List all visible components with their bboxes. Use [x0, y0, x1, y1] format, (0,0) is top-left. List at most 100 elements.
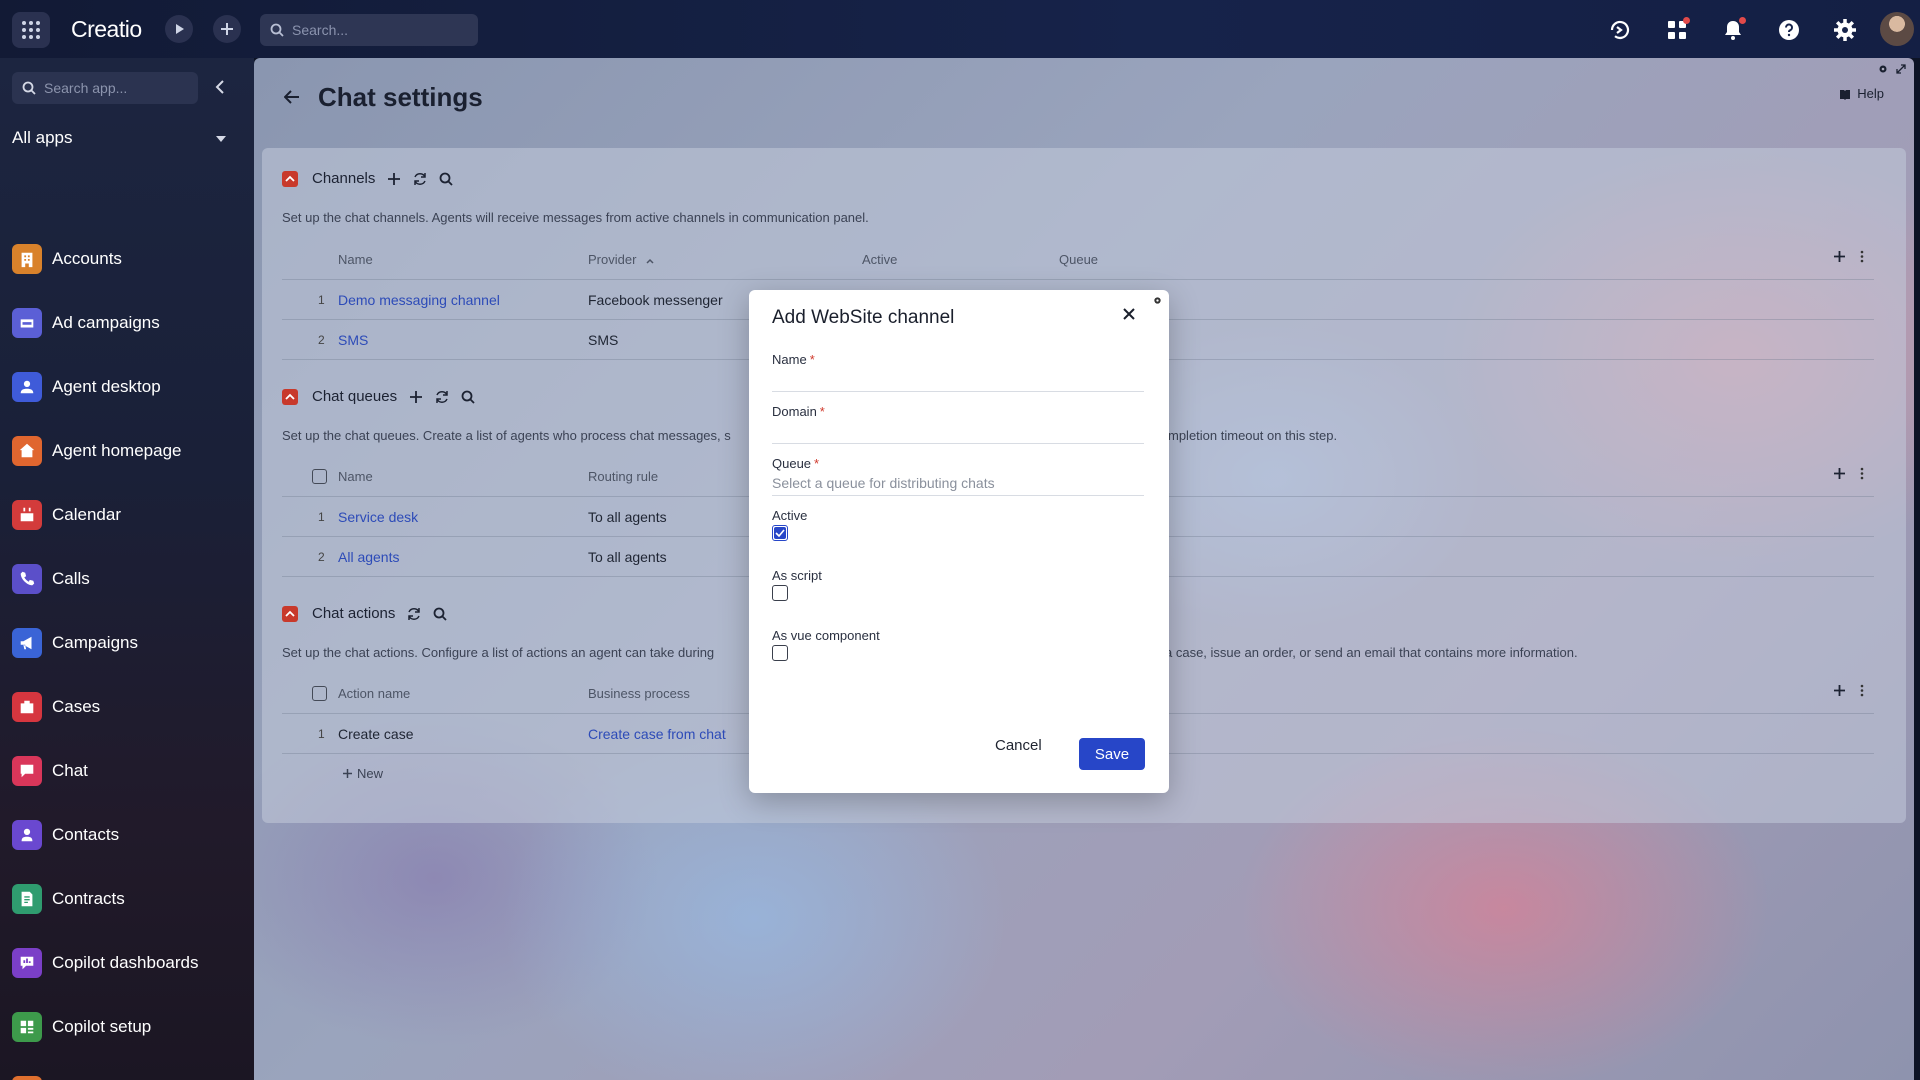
as-vue-component-label: As vue component — [772, 628, 880, 643]
global-search[interactable]: Search... — [260, 14, 478, 46]
column-header[interactable]: Name — [338, 252, 373, 267]
checkmark-icon — [775, 529, 785, 537]
sidebar-item-contacts[interactable]: Contacts — [12, 817, 242, 853]
close-dialog-button[interactable] — [1123, 308, 1135, 320]
more-icon[interactable] — [1860, 467, 1864, 480]
app-search[interactable]: Search app... — [12, 72, 198, 104]
row-number: 1 — [318, 727, 325, 741]
collapse-queues-button[interactable] — [282, 388, 298, 405]
sidebar-item-label: Campaigns — [52, 633, 138, 652]
more-icon[interactable] — [1860, 684, 1864, 697]
sidebar-item-label: Contacts — [52, 825, 120, 844]
refresh-icon[interactable] — [407, 607, 421, 621]
sidebar-item-contracts[interactable]: Contracts — [12, 881, 242, 917]
search-icon[interactable] — [439, 172, 454, 186]
column-header[interactable]: Active — [862, 252, 897, 267]
refresh-icon[interactable] — [413, 172, 427, 186]
business-process-link[interactable]: Create case from chat — [588, 726, 726, 742]
add-website-channel-dialog: Add WebSite channel Name * Domain * Queue *… — [749, 290, 1169, 793]
queues-description-right: mpletion timeout on this step. — [1168, 428, 1338, 443]
queue-field-underline — [772, 495, 1144, 496]
search-icon[interactable] — [461, 390, 475, 404]
page-header: Chat settings Help — [254, 58, 1914, 140]
sidebar-item-agent-desktop[interactable]: Agent desktop — [12, 369, 242, 405]
refresh-icon[interactable] — [435, 390, 449, 404]
new-action-label: New — [357, 766, 384, 781]
collapse-actions-button[interactable] — [282, 605, 298, 622]
expand-icon[interactable] — [1896, 64, 1906, 74]
select-all-checkbox[interactable] — [312, 469, 327, 484]
sidebar-item-campaigns[interactable]: Campaigns — [12, 625, 242, 661]
window-controls — [1878, 64, 1906, 74]
user-avatar[interactable] — [1880, 12, 1914, 46]
app-launcher-button[interactable] — [12, 12, 50, 48]
app-search-placeholder: Search app... — [44, 80, 128, 96]
search-icon[interactable] — [433, 607, 448, 621]
create-button[interactable] — [213, 15, 241, 43]
channels-description: Set up the chat channels. Agents will re… — [282, 210, 869, 225]
chat-icon — [12, 756, 42, 786]
add-icon[interactable] — [1833, 684, 1846, 697]
help-link[interactable]: Help — [1839, 86, 1884, 101]
back-button[interactable] — [284, 90, 300, 104]
add-icon[interactable] — [1833, 467, 1846, 480]
column-header[interactable]: Action name — [338, 686, 410, 701]
run-process-button[interactable] — [165, 15, 193, 43]
collapse-channels-button[interactable] — [282, 170, 298, 187]
calendar-icon — [12, 500, 42, 530]
as-vue-component-checkbox[interactable] — [772, 645, 788, 661]
gear-icon[interactable] — [1878, 64, 1888, 74]
sidebar-item-calendar[interactable]: Calendar — [12, 497, 242, 533]
sidebar-item-accounts[interactable]: Accounts — [12, 241, 242, 277]
app-logo[interactable]: Creatio — [71, 16, 142, 43]
column-header[interactable]: Business process — [588, 686, 690, 701]
more-icon[interactable] — [1860, 250, 1864, 263]
queue-lookup[interactable] — [772, 473, 1144, 493]
column-header[interactable]: Provider — [588, 252, 654, 267]
sidebar-item-ad-campaigns[interactable]: Ad campaigns — [12, 305, 242, 341]
chevron-up-icon — [285, 393, 295, 400]
copilot-button[interactable] — [1605, 15, 1635, 45]
cancel-button[interactable]: Cancel — [995, 737, 1042, 754]
channel-name-link[interactable]: Demo messaging channel — [338, 292, 500, 308]
column-header[interactable]: Queue — [1059, 252, 1098, 267]
chevron-down-icon[interactable] — [216, 136, 226, 142]
arrow-left-icon — [284, 90, 299, 104]
queue-name-link[interactable]: Service desk — [338, 509, 418, 525]
add-icon[interactable] — [409, 390, 423, 404]
queue-name-link[interactable]: All agents — [338, 549, 399, 565]
sidebar-item-chat[interactable]: Chat — [12, 753, 242, 789]
notifications-button[interactable] — [1718, 15, 1748, 45]
column-header[interactable]: Routing rule — [588, 469, 658, 484]
dialog-settings-button[interactable] — [1153, 296, 1162, 305]
active-checkbox[interactable] — [772, 525, 788, 541]
sidebar-item-agent-homepage[interactable]: Agent homepage — [12, 433, 242, 469]
queue-field-label: Queue * — [772, 456, 820, 471]
channel-name-link[interactable]: SMS — [338, 332, 368, 348]
help-button[interactable] — [1774, 15, 1804, 45]
active-label: Active — [772, 508, 808, 523]
phone-icon — [12, 564, 42, 594]
select-all-checkbox[interactable] — [312, 686, 327, 701]
app-selector[interactable]: All apps — [12, 128, 72, 148]
sidebar-item-copilot-dashboards[interactable]: Copilot dashboards — [12, 945, 242, 981]
name-field[interactable] — [772, 368, 1144, 388]
sidebar-item-cases[interactable]: Cases — [12, 689, 242, 725]
notification-dot — [1739, 17, 1746, 24]
sidebar-item-label: Accounts — [52, 249, 122, 268]
sidebar-item-copilot-setup[interactable]: Copilot setup — [12, 1009, 242, 1045]
collapse-sidebar-button[interactable] — [212, 78, 230, 96]
apps-button[interactable] — [1662, 15, 1692, 45]
add-icon[interactable] — [387, 172, 401, 186]
actions-description-right: a case, issue an order, or send an email… — [1165, 645, 1578, 660]
settings-button[interactable] — [1830, 15, 1860, 45]
sidebar-item-calls[interactable]: Calls — [12, 561, 242, 597]
add-icon[interactable] — [1833, 250, 1846, 263]
new-action-button[interactable]: New — [342, 766, 383, 781]
save-button[interactable]: Save — [1079, 738, 1145, 770]
case-icon — [12, 692, 42, 722]
sidebar-item-documents[interactable]: Documents — [12, 1073, 242, 1080]
domain-field[interactable] — [772, 420, 1144, 440]
as-script-checkbox[interactable] — [772, 585, 788, 601]
column-header[interactable]: Name — [338, 469, 373, 484]
